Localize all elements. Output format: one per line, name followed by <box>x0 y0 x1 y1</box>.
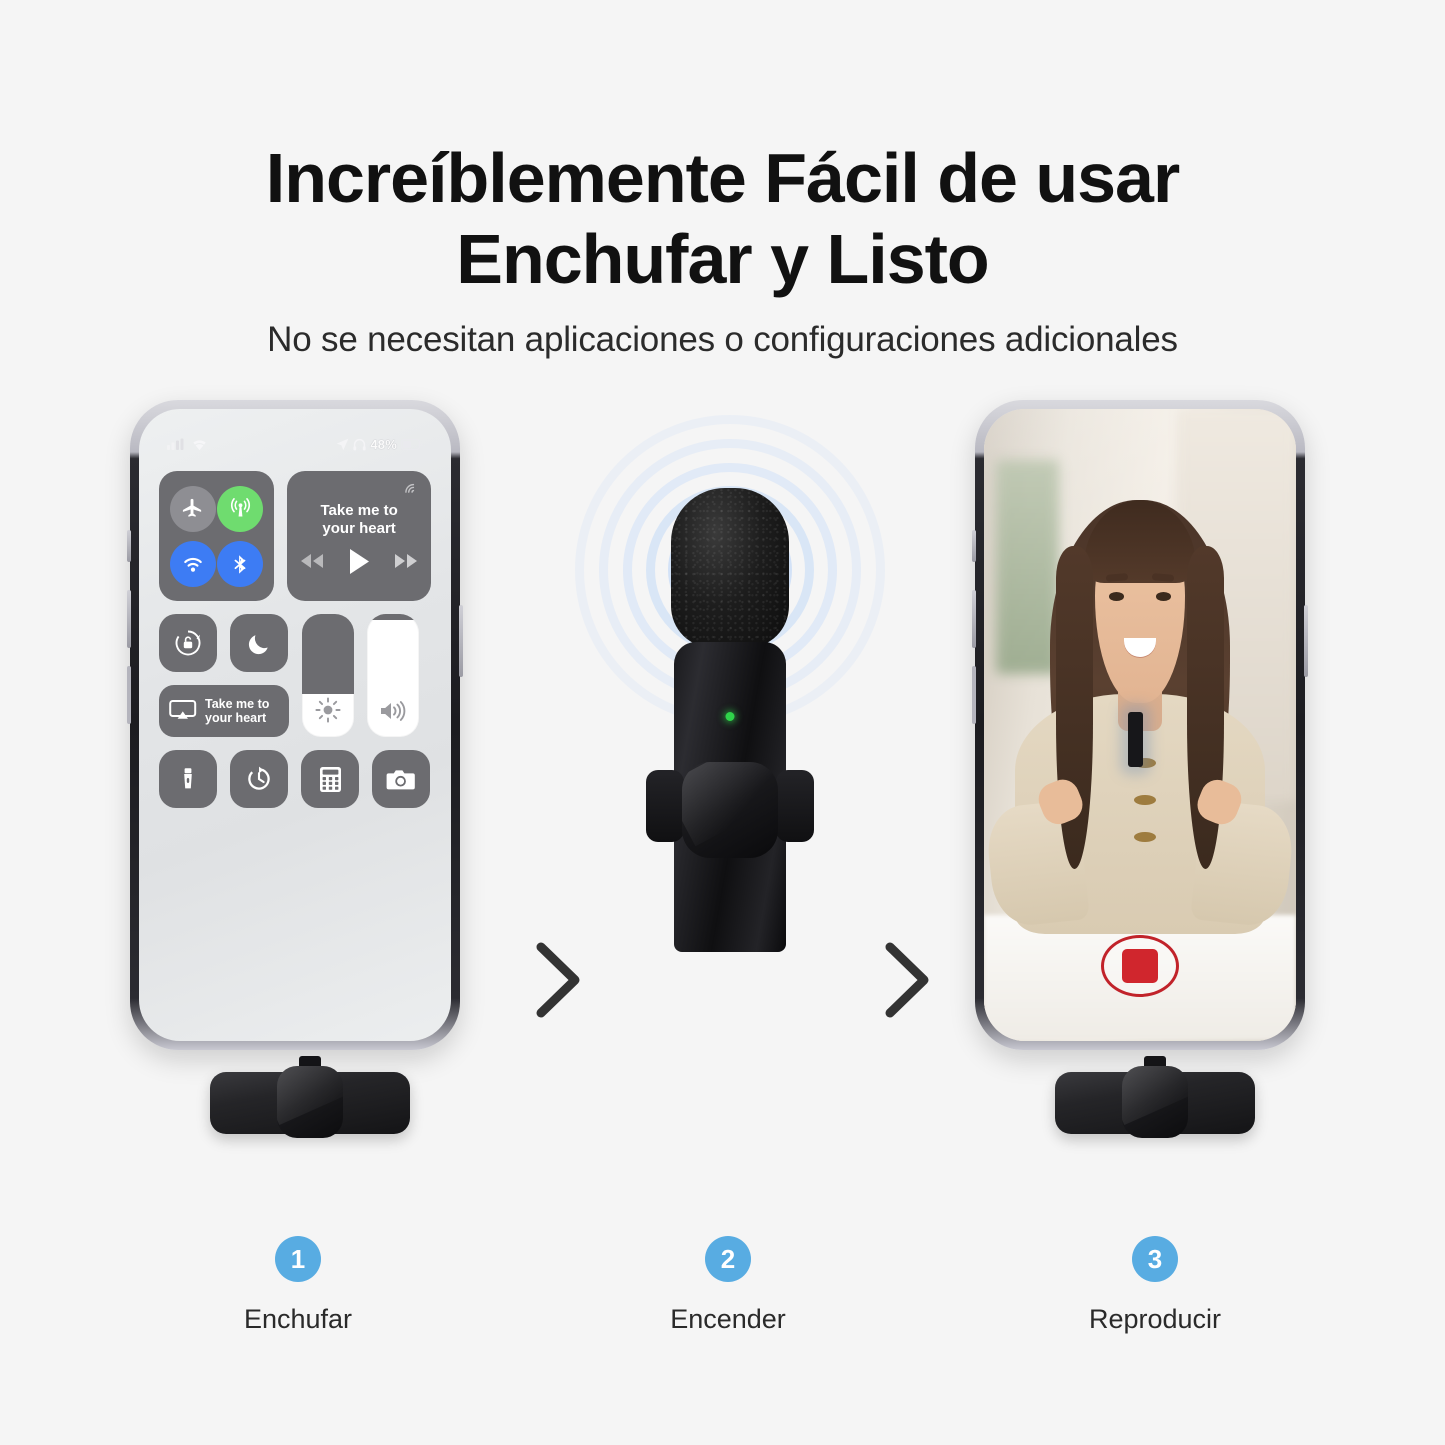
step-badge-1: 1 <box>275 1236 321 1282</box>
screen-mirroring-icon <box>169 700 197 719</box>
timer-icon <box>248 766 270 790</box>
step-item-3: 3 Reproducir <box>1035 1236 1275 1335</box>
flashlight-button[interactable] <box>159 750 217 808</box>
cellular-data-toggle[interactable] <box>217 485 264 532</box>
bluetooth-icon <box>234 554 246 574</box>
camera-button[interactable] <box>372 750 430 808</box>
microphone-unit <box>646 488 814 952</box>
rewind-icon[interactable] <box>299 553 325 569</box>
bluetooth-toggle[interactable] <box>217 540 264 587</box>
page-title: Increíblemente Fácil de usar Enchufar y … <box>0 138 1445 300</box>
step-3-visual <box>972 400 1335 1138</box>
screen-mirroring-label-line-2: your heart <box>205 711 267 725</box>
step-label-1: Enchufar <box>243 1304 353 1334</box>
battery-icon <box>401 438 422 450</box>
volume-icon <box>381 701 406 721</box>
cardigan-button-3 <box>1133 832 1156 843</box>
phone-video-recording <box>972 400 1308 1050</box>
step-badge-3: 3 <box>1132 1236 1178 1282</box>
receiver-dongle-2 <box>1055 1056 1255 1138</box>
rotation-lock-icon <box>175 630 201 656</box>
step-label-2: Encender <box>670 1304 786 1334</box>
status-bar: 48% <box>159 431 431 457</box>
location-arrow-icon <box>337 438 349 450</box>
power-led-indicator <box>725 712 735 721</box>
screen-mirroring-button[interactable]: Take me to your heart <box>159 685 289 737</box>
fast-forward-icon[interactable] <box>393 553 419 569</box>
play-icon[interactable] <box>347 548 371 575</box>
step-label-3: Reproducir <box>1088 1304 1222 1334</box>
camera-icon <box>386 769 415 789</box>
dongle-center-knob <box>1122 1066 1188 1138</box>
wireless-microphone <box>560 400 900 1050</box>
person-subject <box>984 472 1296 934</box>
microphone-clip-right <box>776 770 814 842</box>
step-badge-2: 2 <box>705 1236 751 1282</box>
shortcuts-row <box>159 750 431 808</box>
volume-fill <box>367 614 419 621</box>
brightness-slider[interactable] <box>302 614 354 737</box>
phone-control-center: 48% Take me to your heart Take me to you… <box>127 400 463 1050</box>
screen-mirroring-label: Take me to your heart <box>205 697 269 726</box>
title-line-1: Increíblemente Fácil de usar <box>265 139 1180 217</box>
title-line-2: Enchufar y Listo <box>456 220 989 299</box>
step-item-1: 1 Enchufar <box>178 1236 418 1335</box>
moon-icon <box>248 634 268 654</box>
brightness-icon <box>315 697 341 723</box>
control-center: 48% Take me to your heart Take me to you… <box>139 409 451 1041</box>
steps-illustration: 48% Take me to your heart Take me to you… <box>0 400 1445 1220</box>
media-track-line-1: Take me to <box>320 501 398 519</box>
wifi-icon <box>193 439 206 450</box>
airplane-icon <box>183 498 202 517</box>
cellular-icon <box>230 498 250 517</box>
receiver-dongle-1 <box>210 1056 410 1138</box>
page-subtitle: No se necesitan aplicaciones o configura… <box>267 320 1178 360</box>
do-not-disturb-button[interactable] <box>230 614 288 672</box>
battery-percent-label: 48% <box>370 436 397 452</box>
microphone-clip-left <box>646 770 684 842</box>
microphone-body <box>646 642 814 952</box>
wifi-toggle[interactable] <box>169 540 216 587</box>
calculator-button[interactable] <box>301 750 359 808</box>
cardigan-button-2 <box>1133 795 1156 806</box>
timer-button[interactable] <box>230 750 288 808</box>
steps-legend: 1 Enchufar 2 Encender 3 Reproducir <box>0 1236 1445 1406</box>
media-track-line-2: your heart <box>322 519 396 537</box>
media-player-widget[interactable]: Take me to your heart <box>287 471 431 601</box>
airplane-mode-toggle[interactable] <box>169 485 216 532</box>
phone-screen <box>984 409 1296 1041</box>
step-1-visual: 48% Take me to your heart Take me to you… <box>127 400 490 1138</box>
header: Increíblemente Fácil de usar Enchufar y … <box>0 0 1445 360</box>
video-preview <box>984 409 1296 1041</box>
control-center-grid: Take me to your heart Take me to your he… <box>159 471 431 808</box>
phone-side-button-right <box>1304 605 1308 677</box>
chevron-right-icon-2 <box>862 925 952 1035</box>
media-track-title: Take me to your heart <box>320 502 397 538</box>
connectivity-tile <box>159 471 275 601</box>
airplay-audio-icon <box>405 483 415 493</box>
headphones-icon <box>353 438 366 450</box>
microphone-foam-windscreen <box>671 488 789 648</box>
rotation-lock-button[interactable] <box>159 614 217 672</box>
phone-side-button-right <box>459 605 463 677</box>
wifi-icon <box>183 557 202 572</box>
flashlight-icon <box>184 768 192 789</box>
stop-record-icon <box>1122 948 1158 983</box>
volume-slider[interactable] <box>367 614 419 737</box>
screen-mirroring-label-line-1: Take me to <box>205 696 270 711</box>
cellular-signal-icon <box>167 438 184 450</box>
dongle-center-knob <box>277 1066 343 1138</box>
microphone-front-plate <box>682 762 778 858</box>
step-2-visual <box>560 400 900 1050</box>
brightness-fill <box>302 614 354 694</box>
phone-screen: 48% Take me to your heart Take me to you… <box>139 409 451 1041</box>
step-item-2: 2 Encender <box>608 1236 848 1335</box>
stop-record-button[interactable] <box>1101 934 1179 997</box>
clipped-lavalier-mic <box>1127 712 1144 768</box>
calculator-icon <box>319 766 341 792</box>
